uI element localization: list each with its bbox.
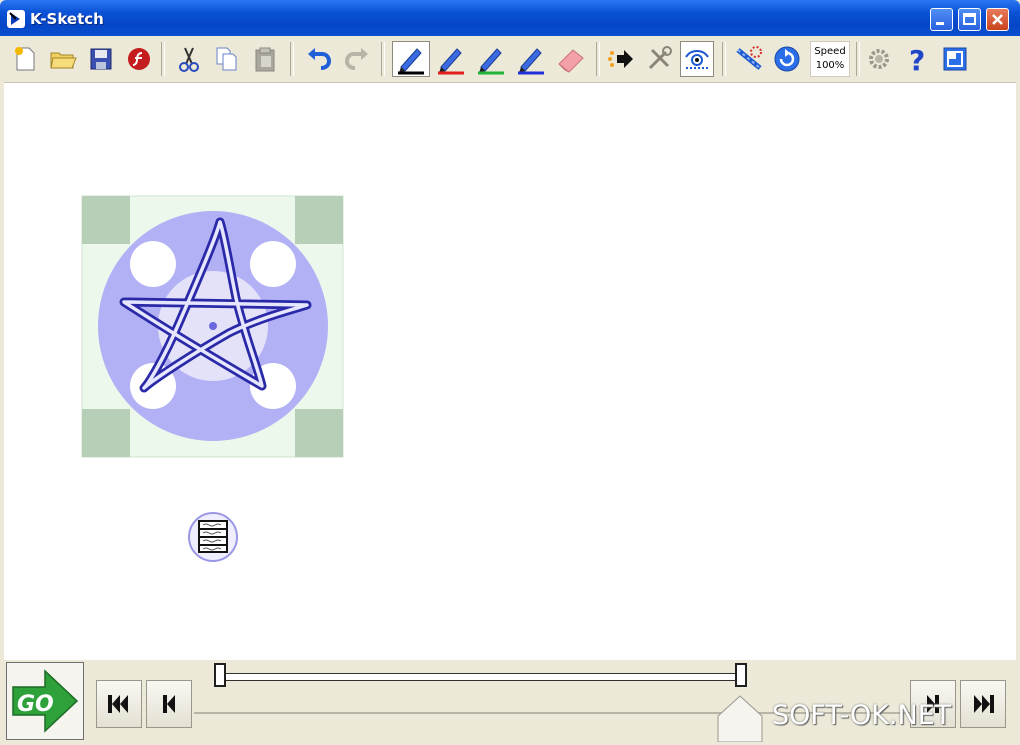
- layer-widget[interactable]: [188, 512, 238, 562]
- jump-start-icon: [108, 695, 128, 713]
- minimize-button[interactable]: [930, 8, 953, 31]
- pen-green-button[interactable]: [472, 41, 510, 77]
- help-icon: ?: [909, 44, 925, 74]
- time-range-track[interactable]: [220, 673, 744, 681]
- settings-button[interactable]: [862, 41, 896, 77]
- save-button[interactable]: [84, 41, 118, 77]
- step-back-button[interactable]: [146, 680, 192, 728]
- cut-button[interactable]: [172, 41, 206, 77]
- redo-button[interactable]: [340, 41, 374, 77]
- tools-icon: [648, 46, 672, 70]
- svg-text:?: ?: [909, 44, 925, 74]
- pen-black-icon: [398, 48, 424, 75]
- time-cursor[interactable]: [716, 694, 764, 742]
- eraser-button[interactable]: [552, 41, 590, 77]
- insert-arrow-icon: [608, 50, 633, 68]
- undo-button[interactable]: [302, 41, 336, 77]
- motion-icon: [736, 46, 762, 70]
- pen-green-icon: [478, 48, 504, 75]
- range-start-handle[interactable]: [214, 663, 226, 687]
- flash-icon: [128, 48, 150, 70]
- new-file-icon: [15, 47, 35, 71]
- new-file-button[interactable]: [8, 41, 42, 77]
- fullscreen-icon: [943, 47, 967, 71]
- open-button[interactable]: [46, 41, 80, 77]
- speed-value: 100%: [815, 60, 845, 71]
- show-paths-button[interactable]: [680, 41, 714, 77]
- help-button[interactable]: ?: [900, 41, 934, 77]
- step-back-icon: [163, 695, 175, 713]
- pen-red-button[interactable]: [432, 41, 470, 77]
- export-flash-button[interactable]: [122, 41, 156, 77]
- speed-control[interactable]: Speed 100%: [810, 41, 850, 77]
- speed-label: Speed: [814, 46, 846, 57]
- copy-icon: [216, 47, 237, 71]
- fullscreen-button[interactable]: [938, 41, 972, 77]
- timeline-panel: GO SOFT-OK.NET: [4, 660, 1016, 745]
- watermark: SOFT-OK.NET: [772, 700, 952, 731]
- range-end-handle[interactable]: [735, 663, 747, 687]
- insert-button[interactable]: [604, 41, 638, 77]
- motion-button[interactable]: [732, 41, 766, 77]
- refresh-button[interactable]: [770, 41, 804, 77]
- open-folder-icon: [50, 52, 77, 69]
- drawing-canvas[interactable]: [4, 83, 1016, 660]
- jump-to-start-button[interactable]: [96, 680, 142, 728]
- undo-icon: [308, 48, 332, 70]
- jump-end-icon: [974, 695, 994, 713]
- toolbar: Speed 100% ?: [4, 36, 1016, 83]
- eraser-icon: [558, 49, 584, 73]
- tools-button[interactable]: [642, 41, 676, 77]
- pen-black-button[interactable]: [392, 41, 430, 77]
- title-bar[interactable]: K-Sketch: [0, 0, 1020, 36]
- copy-button[interactable]: [210, 41, 244, 77]
- scissors-icon: [179, 47, 199, 72]
- eye-path-icon: [685, 50, 709, 69]
- maximize-button[interactable]: [958, 8, 981, 31]
- pen-blue-icon: [518, 48, 544, 75]
- jump-to-end-button[interactable]: [960, 680, 1006, 728]
- refresh-icon: [774, 46, 800, 72]
- paste-button[interactable]: [248, 41, 282, 77]
- save-disk-icon: [90, 48, 112, 70]
- pen-red-icon: [438, 48, 464, 75]
- redo-icon: [344, 48, 368, 70]
- window-title: K-Sketch: [30, 10, 104, 28]
- canvas-drawing: [81, 195, 344, 562]
- paste-icon: [255, 47, 275, 72]
- close-button[interactable]: [986, 8, 1009, 31]
- go-label: GO: [17, 692, 54, 717]
- app-logo-icon: [7, 10, 25, 28]
- go-button[interactable]: GO: [6, 662, 84, 740]
- app-window: K-Sketch Speed 100% ? GO SOFT-OK.NET: [0, 0, 1020, 745]
- gear-icon: [869, 49, 889, 69]
- pen-blue-button[interactable]: [512, 41, 550, 77]
